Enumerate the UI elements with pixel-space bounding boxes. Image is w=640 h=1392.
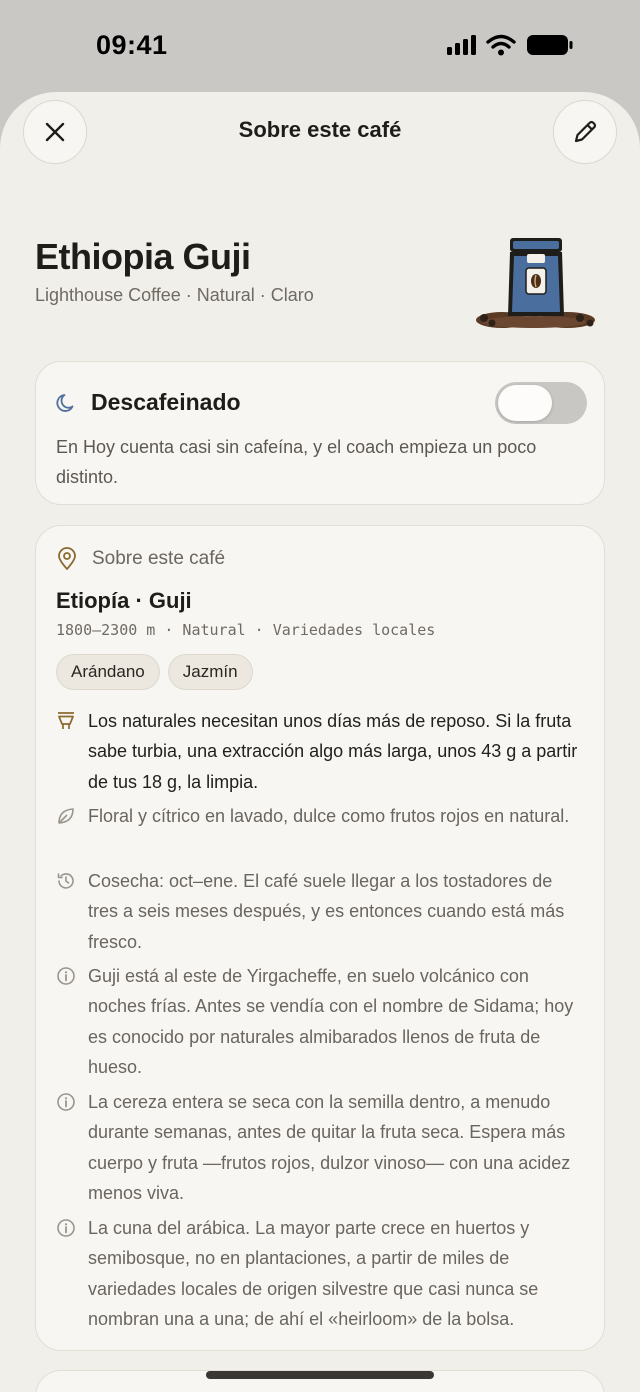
coffee-detail-sheet: Sobre este café Ethiopia Guji Lighthouse… [0,92,640,1392]
flavor-tag[interactable]: Arándano [56,654,160,690]
home-indicator[interactable] [206,1371,434,1379]
sheet-title: Sobre este café [238,117,402,142]
brew-tip: Los naturales necesitan unos días más de… [56,706,586,797]
flavor-note: Floral y cítrico en lavado, dulce como f… [56,801,586,831]
status-time: 09:41 [96,30,168,60]
harvest-note: Cosecha: oct–ene. El café suele llegar a… [56,866,586,957]
note-text: La cuna del arábica. La mayor parte crec… [88,1218,539,1330]
coffee-bag-illustration [476,238,595,328]
flavor-tags: Arándano Jazmín [56,654,253,690]
note-text: Guji está al este de Yirgacheffe, en sue… [88,966,574,1078]
wifi-icon [486,34,516,56]
origin-title: Etiopía · Guji [56,588,192,613]
info-icon [57,1093,75,1111]
process-note: La cereza entera se seca con la semilla … [56,1087,586,1209]
flavor-tag[interactable]: Jazmín [167,654,253,690]
moon-icon [56,394,74,412]
battery-icon [527,35,573,55]
location-pin-icon [58,547,76,570]
region-note: Guji está al este de Yirgacheffe, en sue… [56,961,586,1083]
pencil-icon [574,120,597,143]
note-text: Floral y cítrico en lavado, dulce como f… [88,806,570,826]
leaf-icon [58,808,74,824]
cellular-signal-icon [447,35,476,55]
status-bar: 09:41 [0,0,640,92]
origin-specs: 1800–2300 m · Natural · Variedades local… [56,621,436,639]
info-icon [57,967,75,985]
decaf-title: Descafeinado [91,389,241,415]
note-text: Cosecha: oct–ene. El café suele llegar a… [88,871,565,952]
note-text: Los naturales necesitan unos días más de… [88,711,578,792]
coffee-name: Ethiopia Guji [35,236,251,277]
info-icon [57,1219,75,1237]
decaf-card: Descafeinado En Hoy cuenta casi sin cafe… [35,361,605,505]
about-header-label: Sobre este café [92,548,226,569]
dripper-icon [58,712,74,729]
about-coffee-card: Sobre este café Etiopía · Guji 1800–2300… [35,525,605,1351]
history-icon [57,873,74,889]
about-header: Sobre este café [56,547,225,571]
toggle-knob [498,385,552,421]
edit-button[interactable] [553,100,617,164]
decaf-description: En Hoy cuenta casi sin cafeína, y el coa… [56,437,537,487]
note-text: La cereza entera se seca con la semilla … [88,1092,571,1204]
decaf-toggle[interactable] [495,382,587,424]
coffee-meta: Lighthouse Coffee · Natural · Claro [35,285,314,305]
status-icons [447,34,574,56]
variety-note: La cuna del arábica. La mayor parte crec… [56,1213,586,1335]
